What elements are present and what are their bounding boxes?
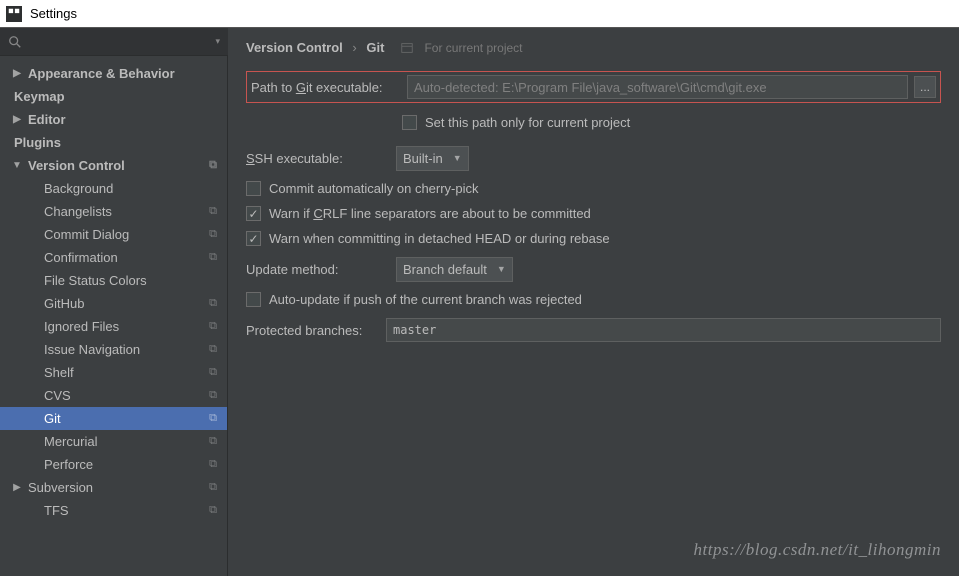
sidebar-item-background[interactable]: Background [0, 177, 227, 200]
chevron-right-icon: ▶ [12, 114, 22, 125]
sidebar-item-label: Shelf [44, 365, 74, 380]
copy-icon: ⧉ [209, 366, 217, 379]
dropdown-icon[interactable]: ▾ [215, 36, 220, 47]
sidebar-item-file-status-colors[interactable]: File Status Colors [0, 269, 227, 292]
copy-icon: ⧉ [209, 504, 217, 517]
copy-icon: ⧉ [209, 159, 217, 172]
warn-crlf-checkbox[interactable] [246, 206, 261, 221]
sidebar-item-label: Appearance & Behavior [28, 66, 175, 81]
sidebar-item-label: Issue Navigation [44, 342, 140, 357]
git-path-label: Path to Git executable: [251, 80, 401, 95]
sidebar-item-keymap[interactable]: Keymap [0, 85, 227, 108]
title-bar: Settings [0, 0, 959, 28]
chevron-right-icon: ▶ [12, 482, 22, 493]
copy-icon: ⧉ [209, 320, 217, 333]
search-bar[interactable]: ▾ [0, 28, 228, 56]
sidebar-item-label: TFS [44, 503, 69, 518]
set-path-only-checkbox[interactable] [402, 115, 417, 130]
sidebar-item-plugins[interactable]: Plugins [0, 131, 227, 154]
sidebar-item-perforce[interactable]: Perforce ⧉ [0, 453, 227, 476]
sidebar-item-label: Background [44, 181, 113, 196]
sidebar-item-label: File Status Colors [44, 273, 147, 288]
sidebar-item-appearance-behavior[interactable]: ▶ Appearance & Behavior [0, 62, 227, 85]
sidebar-item-label: Mercurial [44, 434, 97, 449]
sidebar-item-label: Plugins [14, 135, 61, 150]
app-icon [6, 6, 22, 22]
sidebar-item-tfs[interactable]: TFS ⧉ [0, 499, 227, 522]
sidebar-item-mercurial[interactable]: Mercurial ⧉ [0, 430, 227, 453]
commit-auto-checkbox[interactable] [246, 181, 261, 196]
search-input[interactable] [28, 34, 215, 49]
chevron-down-icon: ▼ [497, 264, 506, 274]
sidebar-item-label: Ignored Files [44, 319, 119, 334]
content-panel: Version Control › Git For current projec… [228, 28, 959, 576]
breadcrumb-current: Git [366, 40, 384, 55]
copy-icon: ⧉ [209, 435, 217, 448]
copy-icon: ⧉ [209, 251, 217, 264]
chevron-down-icon: ▼ [12, 160, 22, 171]
chevron-right-icon: ▶ [12, 68, 22, 79]
sidebar-item-label: Commit Dialog [44, 227, 129, 242]
sidebar-item-editor[interactable]: ▶ Editor [0, 108, 227, 131]
copy-icon: ⧉ [209, 228, 217, 241]
update-method-label: Update method: [246, 262, 396, 277]
copy-icon: ⧉ [209, 481, 217, 494]
warn-crlf-label: Warn if CRLF line separators are about t… [269, 206, 591, 221]
sidebar-item-ignored-files[interactable]: Ignored Files ⧉ [0, 315, 227, 338]
sidebar-item-label: Perforce [44, 457, 93, 472]
git-path-input[interactable] [407, 75, 908, 99]
sidebar-item-label: Subversion [28, 480, 93, 495]
ssh-select[interactable]: Built-in ▼ [396, 146, 469, 171]
browse-button[interactable]: ... [914, 76, 936, 98]
warn-detached-checkbox[interactable] [246, 231, 261, 246]
sidebar-item-label: Editor [28, 112, 66, 127]
protected-branches-input[interactable] [386, 318, 941, 342]
sidebar-item-shelf[interactable]: Shelf ⧉ [0, 361, 227, 384]
sidebar-item-subversion[interactable]: ▶ Subversion ⧉ [0, 476, 227, 499]
commit-auto-label: Commit automatically on cherry-pick [269, 181, 479, 196]
sidebar-item-label: Confirmation [44, 250, 118, 265]
sidebar-item-changelists[interactable]: Changelists ⧉ [0, 200, 227, 223]
copy-icon: ⧉ [209, 412, 217, 425]
scope-icon [400, 41, 414, 55]
git-path-row: Path to Git executable: ... [246, 71, 941, 103]
settings-tree: ▶ Appearance & Behavior Keymap ▶ Editor Plugi… [0, 56, 227, 576]
breadcrumb-parent[interactable]: Version Control [246, 40, 343, 55]
set-path-only-label: Set this path only for current project [425, 115, 630, 130]
sidebar-item-confirmation[interactable]: Confirmation ⧉ [0, 246, 227, 269]
sidebar-item-issue-navigation[interactable]: Issue Navigation ⧉ [0, 338, 227, 361]
sidebar-item-git[interactable]: Git ⧉ [0, 407, 227, 430]
ssh-label: SSH executable: [246, 151, 396, 166]
update-method-select[interactable]: Branch default ▼ [396, 257, 513, 282]
sidebar-item-label: Git [44, 411, 61, 426]
sidebar-item-version-control[interactable]: ▼ Version Control ⧉ [0, 154, 227, 177]
chevron-down-icon: ▼ [453, 153, 462, 163]
sidebar-item-label: Changelists [44, 204, 112, 219]
copy-icon: ⧉ [209, 389, 217, 402]
sidebar-item-commit-dialog[interactable]: Commit Dialog ⧉ [0, 223, 227, 246]
warn-detached-label: Warn when committing in detached HEAD or… [269, 231, 610, 246]
window-title: Settings [30, 6, 77, 21]
protected-label: Protected branches: [246, 323, 386, 338]
sidebar-item-github[interactable]: GitHub ⧉ [0, 292, 227, 315]
breadcrumb-separator: › [352, 40, 356, 55]
auto-update-checkbox[interactable] [246, 292, 261, 307]
sidebar-item-label: Keymap [14, 89, 65, 104]
sidebar-item-label: Version Control [28, 158, 125, 173]
copy-icon: ⧉ [209, 343, 217, 356]
auto-update-label: Auto-update if push of the current branc… [269, 292, 582, 307]
sidebar-item-label: CVS [44, 388, 71, 403]
search-icon [8, 35, 22, 49]
sidebar-item-cvs[interactable]: CVS ⧉ [0, 384, 227, 407]
copy-icon: ⧉ [209, 458, 217, 471]
sidebar-item-label: GitHub [44, 296, 84, 311]
copy-icon: ⧉ [209, 205, 217, 218]
copy-icon: ⧉ [209, 297, 217, 310]
watermark: https://blog.csdn.net/it_lihongmin [694, 540, 941, 560]
breadcrumb: Version Control › Git For current projec… [228, 28, 959, 65]
scope-label: For current project [424, 41, 522, 55]
sidebar: ▾ ▶ Appearance & Behavior Keymap ▶ Editor Plu… [0, 28, 228, 576]
